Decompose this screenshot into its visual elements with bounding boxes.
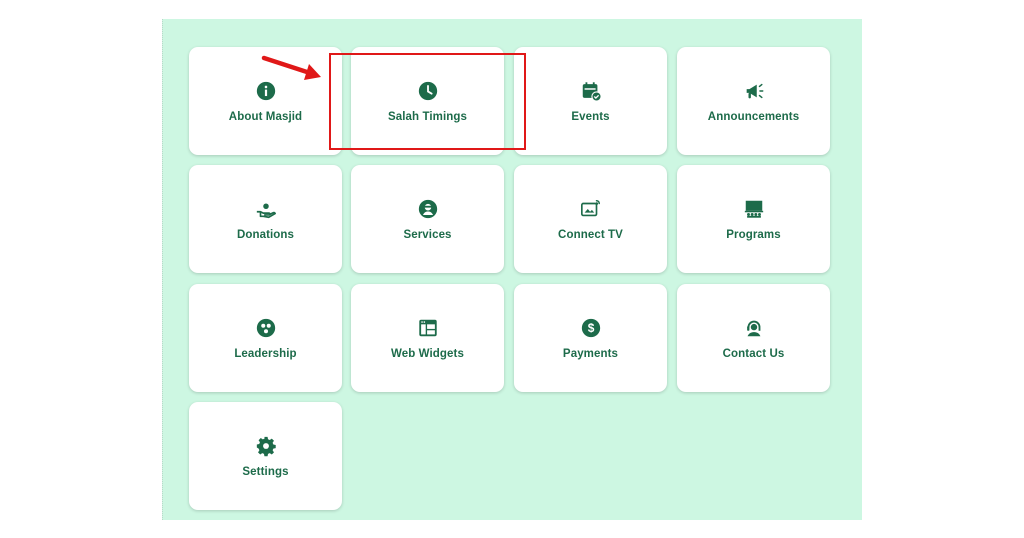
tile-donations[interactable]: Donations	[189, 165, 342, 273]
tile-label: Programs	[726, 228, 781, 241]
tv-cast-icon	[580, 198, 602, 220]
tile-label: Payments	[562, 347, 619, 360]
tile-connect-tv[interactable]: Connect TV	[514, 165, 667, 273]
tile-payments[interactable]: $ Payments	[514, 284, 667, 392]
group-icon	[255, 317, 277, 339]
tile-programs[interactable]: Programs	[677, 165, 830, 273]
tile-label: Donations	[236, 228, 295, 241]
tile-label: Connect TV	[558, 228, 623, 241]
tile-announcements[interactable]: Announcements	[677, 47, 830, 155]
clock-icon	[417, 80, 439, 102]
tile-label: About Masjid	[228, 110, 303, 123]
tile-contact-us[interactable]: Contact Us	[677, 284, 830, 392]
gear-icon	[255, 435, 277, 457]
tile-label: Services	[403, 228, 452, 241]
tile-label: Contact Us	[722, 347, 785, 360]
tile-label: Salah Timings	[387, 110, 468, 123]
tile-label: Settings	[242, 465, 289, 478]
browser-window-icon	[417, 317, 439, 339]
tile-settings[interactable]: Settings	[189, 402, 342, 510]
dollar-icon: $	[580, 317, 602, 339]
svg-text:$: $	[587, 321, 594, 335]
info-icon	[255, 80, 277, 102]
tile-salah-timings[interactable]: Salah Timings	[351, 47, 504, 155]
tile-label: Announcements	[707, 110, 800, 123]
tile-web-widgets[interactable]: Web Widgets	[351, 284, 504, 392]
pointer-arrow-icon	[261, 55, 321, 80]
person-badge-icon	[417, 198, 439, 220]
tile-services[interactable]: Services	[351, 165, 504, 273]
calendar-check-icon	[580, 80, 602, 102]
support-agent-icon	[743, 317, 765, 339]
tile-label: Events	[571, 110, 610, 123]
tile-leadership[interactable]: Leadership	[189, 284, 342, 392]
tile-label: Web Widgets	[391, 347, 464, 360]
tile-label: Leadership	[234, 347, 297, 360]
hand-donation-icon	[255, 198, 277, 220]
presentation-icon	[743, 198, 765, 220]
megaphone-icon	[743, 80, 765, 102]
tile-events[interactable]: Events	[514, 47, 667, 155]
